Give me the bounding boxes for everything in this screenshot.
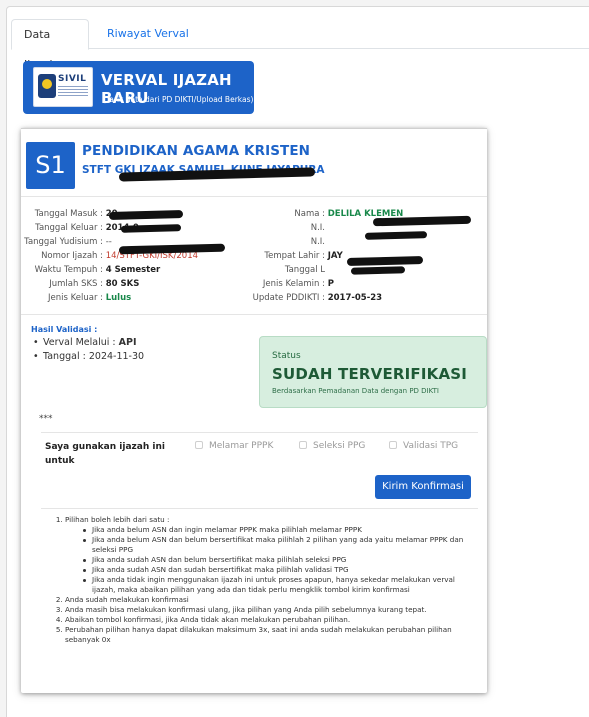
info-jumlah-sks: Jumlah SKS : 80 SKS bbox=[49, 279, 140, 289]
list-item: Abaikan tombol konfirmasi, jika Anda tid… bbox=[65, 615, 473, 625]
info-update-pddikti: Update PDDIKTI : 2017-05-23 bbox=[252, 293, 383, 303]
notes-sublist: Jika anda belum ASN dan ingin melamar PP… bbox=[65, 525, 473, 595]
info-tanggal-lahir: Tanggal L bbox=[284, 265, 325, 275]
tab-bar: Data Ijazah Riwayat Verval bbox=[11, 19, 589, 71]
logo-lines-decoration bbox=[58, 86, 88, 96]
redaction-mark bbox=[120, 224, 182, 233]
konfirmasi-section: Saya gunakan ijazah ini untuk Melamar PP… bbox=[41, 432, 478, 504]
prodi-title: PENDIDIKAN AGAMA KRISTEN bbox=[82, 143, 311, 159]
list-item: Tanggal : 2024-11-30 bbox=[33, 351, 144, 365]
tab-riwayat-verval[interactable]: Riwayat Verval bbox=[95, 19, 201, 50]
redaction-mark bbox=[364, 231, 428, 240]
banner-subtitle: (Tarik data dari PD DIKTI/Upload Berkas) bbox=[103, 95, 254, 104]
info-tanggal-masuk: Tanggal Masuk : 20 bbox=[34, 209, 118, 219]
verval-ijazah-baru-button[interactable]: SIVIL VERVAL IJAZAH BARU (Tarik data dar… bbox=[23, 61, 254, 114]
list-item: Jika anda tidak ingin menggunakan ijazah… bbox=[83, 575, 473, 595]
list-item: Perubahan pilihan hanya dapat dilakukan … bbox=[65, 625, 473, 645]
page-container: Data Ijazah Riwayat Verval SIVIL VERVAL … bbox=[6, 6, 589, 717]
garuda-icon bbox=[38, 74, 56, 98]
checkbox-icon[interactable] bbox=[195, 441, 203, 449]
checkbox-melamar-pppk[interactable]: Melamar PPPK bbox=[195, 441, 273, 451]
list-item: Jika anda sudah ASN dan belum bersertifi… bbox=[83, 555, 473, 565]
redaction-mark bbox=[118, 243, 226, 255]
tab-data-ijazah[interactable]: Data Ijazah bbox=[11, 19, 89, 71]
checkbox-validasi-tpg[interactable]: Validasi TPG bbox=[389, 441, 458, 451]
status-box: Status SUDAH TERVERIFIKASI Berdasarkan P… bbox=[259, 336, 487, 408]
checkbox-icon[interactable] bbox=[389, 441, 397, 449]
list-item: Verval Melalui : API bbox=[33, 337, 144, 351]
list-item: Anda masih bisa melakukan konfirmasi ula… bbox=[65, 605, 473, 615]
info-divider bbox=[21, 314, 487, 315]
list-item: Jika anda belum ASN dan ingin melamar PP… bbox=[83, 525, 473, 535]
redaction-mark bbox=[108, 210, 184, 220]
card-top-border bbox=[21, 128, 487, 129]
hasil-validasi-title: Hasil Validasi : bbox=[31, 325, 98, 334]
header-divider bbox=[21, 196, 487, 197]
redaction-mark bbox=[346, 256, 424, 266]
info-tempat-lahir: Tempat Lahir : JAY bbox=[264, 251, 343, 261]
info-jenis-kelamin: Jenis Kelamin : P bbox=[262, 279, 334, 289]
notes-section: Pilihan boleh lebih dari satu : Jika and… bbox=[41, 508, 478, 678]
checkbox-icon[interactable] bbox=[299, 441, 307, 449]
status-description: Berdasarkan Pemadanan Data dengan PD DIK… bbox=[272, 387, 439, 395]
info-nim: N.I. bbox=[310, 237, 325, 247]
list-item: Jika anda belum ASN dan belum bersertifi… bbox=[83, 535, 473, 555]
status-label: Status bbox=[272, 351, 301, 361]
status-value: SUDAH TERVERIFIKASI bbox=[272, 365, 468, 383]
list-item: Pilihan boleh lebih dari satu : Jika and… bbox=[65, 515, 473, 595]
info-nik: N.I. bbox=[310, 223, 325, 233]
sivil-logo-text: SIVIL bbox=[58, 74, 87, 84]
info-waktu-tempuh: Waktu Tempuh : 4 Semester bbox=[34, 265, 161, 275]
sivil-logo: SIVIL bbox=[33, 67, 93, 107]
kirim-konfirmasi-button[interactable]: Kirim Konfirmasi bbox=[375, 475, 471, 499]
info-tanggal-yudisium: Tanggal Yudisium : -- bbox=[24, 237, 112, 247]
checkbox-seleksi-ppg[interactable]: Seleksi PPG bbox=[299, 441, 365, 451]
konfirmasi-question: Saya gunakan ijazah ini untuk bbox=[45, 442, 165, 466]
ijazah-card: S1 PENDIDIKAN AGAMA KRISTEN STFT GKI IZA… bbox=[21, 128, 487, 693]
separator-stars: *** bbox=[39, 414, 53, 424]
hasil-validasi-list: Verval Melalui : API Tanggal : 2024-11-3… bbox=[33, 337, 144, 365]
redaction-mark bbox=[350, 266, 406, 275]
list-item: Jika anda sudah ASN dan sudah bersertifi… bbox=[83, 565, 473, 575]
list-item: Anda sudah melakukan konfirmasi bbox=[65, 595, 473, 605]
notes-list: Pilihan boleh lebih dari satu : Jika and… bbox=[65, 515, 473, 645]
info-jenis-keluar: Jenis Keluar : Lulus bbox=[47, 293, 132, 303]
redaction-mark bbox=[372, 215, 472, 227]
jenjang-badge: S1 bbox=[26, 142, 75, 189]
